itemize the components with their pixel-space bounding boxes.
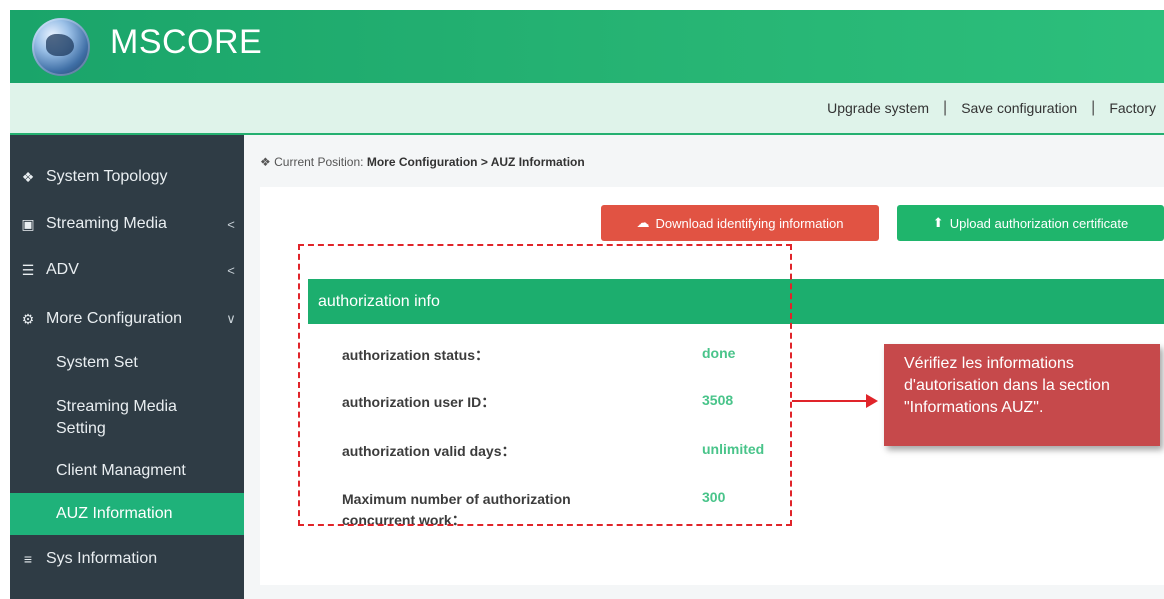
save-configuration-link[interactable]: Save configuration <box>953 100 1085 116</box>
chevron-down-icon: ∨ <box>226 311 236 326</box>
sidebar-subitem-streaming-media-setting[interactable]: Streaming Media Setting <box>10 391 244 445</box>
sidebar-item-adv[interactable]: ☰ ADV < <box>10 248 244 292</box>
cloud-download-icon: ☁ <box>636 215 650 230</box>
sidebar-item-label: Streaming Media <box>46 215 167 232</box>
download-button-label: Download identifying information <box>655 215 844 231</box>
chevron-left-icon: < <box>227 216 235 232</box>
film-icon: ▣ <box>21 215 35 232</box>
sidebar-item-sys-information[interactable]: ≡ Sys Information <box>10 537 244 581</box>
home-icon: ❖ <box>21 168 35 185</box>
sidebar-item-label: ADV <box>46 261 79 278</box>
annotation-callout: Vérifiez les informations d'autorisation… <box>884 344 1160 446</box>
toolbar-links: Upgrade system | Save configuration | Fa… <box>819 83 1164 133</box>
upload-authorization-certificate-button[interactable]: ⬆ Upload authorization certificate <box>897 205 1164 241</box>
annotation-arrow-line <box>792 400 872 402</box>
sidebar-item-streaming-media[interactable]: ▣ Streaming Media < <box>10 202 244 246</box>
sidebar-item-label: System Topology <box>46 168 168 185</box>
sidebar-item-label: Sys Information <box>46 550 158 567</box>
sidebar-subitem-auz-information[interactable]: AUZ Information <box>10 493 244 535</box>
sidebar-item-more-configuration[interactable]: ⚙ More Configuration ∨ <box>10 297 244 341</box>
arrow-right-icon <box>866 394 878 408</box>
app-window: MSCORE Upgrade system | Save configurati… <box>0 0 1164 599</box>
globe-logo <box>32 18 90 76</box>
breadcrumb: ❖ Current Position: More Configuration >… <box>260 155 585 169</box>
upload-icon: ⬆ <box>932 215 944 230</box>
sidebar: ❖ System Topology ▣ Streaming Media < ☰ … <box>10 135 244 599</box>
app-title: MSCORE <box>110 23 263 61</box>
upgrade-system-link[interactable]: Upgrade system <box>819 100 937 116</box>
list-icon: ☰ <box>21 261 35 278</box>
factory-link[interactable]: Factory <box>1101 100 1164 116</box>
sidebar-subitem-system-set[interactable]: System Set <box>10 347 244 379</box>
toolbar-separator: | <box>943 99 948 116</box>
breadcrumb-prefix: Current Position: <box>274 155 364 169</box>
top-header: MSCORE <box>10 10 1164 83</box>
server-icon: ≡ <box>23 551 33 567</box>
highlight-box <box>298 244 792 526</box>
home-icon: ❖ <box>260 155 271 169</box>
download-identifying-information-button[interactable]: ☁ Download identifying information <box>601 205 879 241</box>
sidebar-item-label: More Configuration <box>46 310 183 327</box>
sidebar-item-system-topology[interactable]: ❖ System Topology <box>10 155 244 199</box>
toolbar-bar: Upgrade system | Save configuration | Fa… <box>10 83 1164 135</box>
toolbar-separator: | <box>1091 99 1096 116</box>
sidebar-subitem-client-managment[interactable]: Client Managment <box>10 455 244 487</box>
cogs-icon: ⚙ <box>21 310 35 327</box>
breadcrumb-path: More Configuration > AUZ Information <box>366 155 585 169</box>
upload-button-label: Upload authorization certificate <box>949 215 1129 231</box>
chevron-left-icon: < <box>227 262 235 278</box>
